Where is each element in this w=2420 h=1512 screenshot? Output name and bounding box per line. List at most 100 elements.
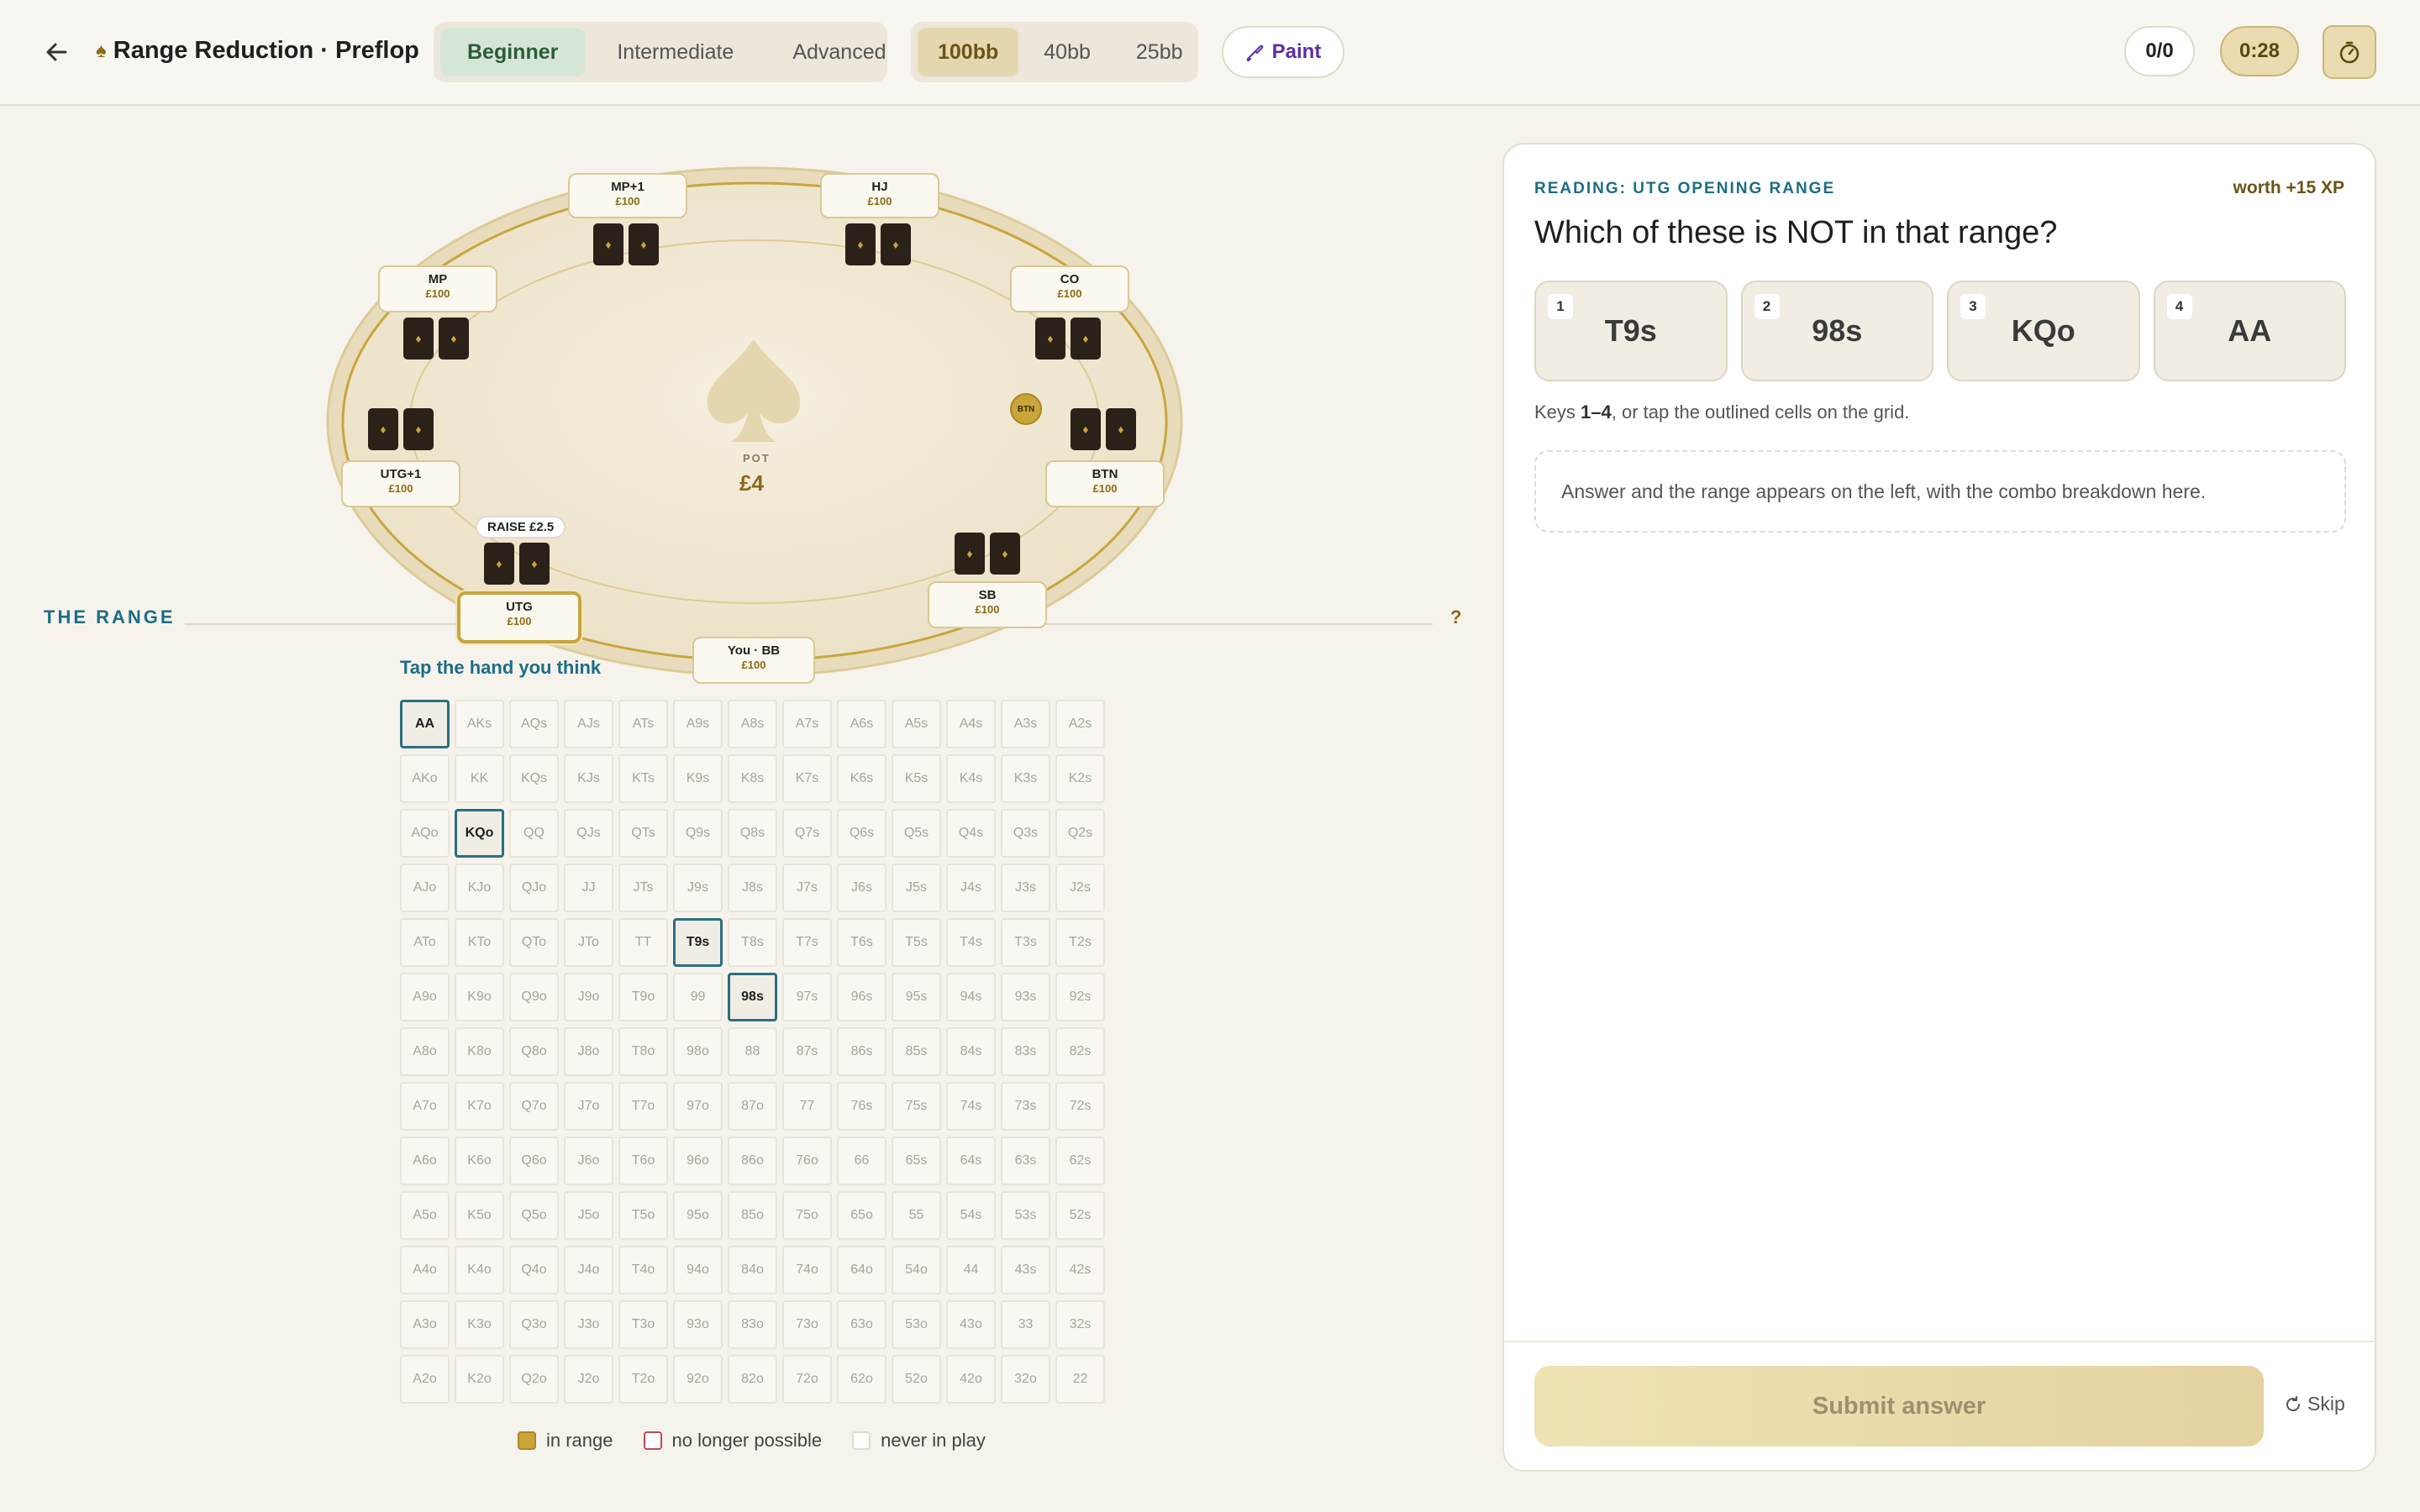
hand-cell-k8o[interactable]: K8o <box>455 1027 504 1076</box>
hand-cell-jto[interactable]: JTo <box>564 918 613 967</box>
hand-cell-86o[interactable]: 86o <box>728 1137 777 1185</box>
hand-cell-a2s[interactable]: A2s <box>1055 700 1105 748</box>
hand-cell-q5s[interactable]: Q5s <box>892 809 941 858</box>
stack-100bb[interactable]: 100bb <box>918 28 1019 76</box>
hand-cell-98s[interactable]: 98s <box>728 973 777 1021</box>
range-help-button[interactable]: ? <box>1450 606 1461 628</box>
hand-cell-aa[interactable]: AA <box>400 700 450 748</box>
hand-cell-aqs[interactable]: AQs <box>509 700 559 748</box>
hand-cell-q7s[interactable]: Q7s <box>782 809 832 858</box>
hand-cell-97o[interactable]: 97o <box>673 1082 723 1131</box>
seat-utg[interactable]: UTG £100 <box>457 591 581 643</box>
hand-cell-kto[interactable]: KTo <box>455 918 504 967</box>
hand-cell-k2o[interactable]: K2o <box>455 1355 504 1404</box>
hand-cell-62o[interactable]: 62o <box>837 1355 886 1404</box>
hand-cell-a5o[interactable]: A5o <box>400 1191 450 1240</box>
hand-cell-a4s[interactable]: A4s <box>946 700 996 748</box>
hand-cell-a3o[interactable]: A3o <box>400 1300 450 1349</box>
hand-cell-66[interactable]: 66 <box>837 1137 886 1185</box>
hand-cell-73s[interactable]: 73s <box>1001 1082 1050 1131</box>
hand-cell-94o[interactable]: 94o <box>673 1246 723 1294</box>
hand-cell-k8s[interactable]: K8s <box>728 754 777 803</box>
hand-cell-98o[interactable]: 98o <box>673 1027 723 1076</box>
paint-button[interactable]: Paint <box>1222 26 1344 78</box>
hand-cell-j2o[interactable]: J2o <box>564 1355 613 1404</box>
option-1[interactable]: 1 T9s <box>1534 281 1728 381</box>
hand-cell-k7s[interactable]: K7s <box>782 754 832 803</box>
option-3[interactable]: 3 KQo <box>1947 281 2140 381</box>
hand-cell-ajo[interactable]: AJo <box>400 864 450 912</box>
hand-cell-88[interactable]: 88 <box>728 1027 777 1076</box>
hand-cell-k9o[interactable]: K9o <box>455 973 504 1021</box>
hand-cell-54o[interactable]: 54o <box>892 1246 941 1294</box>
hand-cell-97s[interactable]: 97s <box>782 973 832 1021</box>
hand-cell-t3s[interactable]: T3s <box>1001 918 1050 967</box>
hand-cell-87s[interactable]: 87s <box>782 1027 832 1076</box>
hand-cell-64o[interactable]: 64o <box>837 1246 886 1294</box>
hand-cell-82s[interactable]: 82s <box>1055 1027 1105 1076</box>
level-intermediate[interactable]: Intermediate <box>590 28 760 76</box>
hand-cell-q6s[interactable]: Q6s <box>837 809 886 858</box>
hand-cell-a2o[interactable]: A2o <box>400 1355 450 1404</box>
hand-cell-j5o[interactable]: J5o <box>564 1191 613 1240</box>
hand-cell-jts[interactable]: JTs <box>618 864 668 912</box>
hand-cell-j8s[interactable]: J8s <box>728 864 777 912</box>
hand-cell-76s[interactable]: 76s <box>837 1082 886 1131</box>
hand-cell-j5s[interactable]: J5s <box>892 864 941 912</box>
stack-25bb[interactable]: 25bb <box>1116 28 1203 76</box>
hand-cell-33[interactable]: 33 <box>1001 1300 1050 1349</box>
hand-cell-95s[interactable]: 95s <box>892 973 941 1021</box>
hand-cell-kjs[interactable]: KJs <box>564 754 613 803</box>
hand-cell-74o[interactable]: 74o <box>782 1246 832 1294</box>
hand-cell-k4o[interactable]: K4o <box>455 1246 504 1294</box>
hand-cell-44[interactable]: 44 <box>946 1246 996 1294</box>
hand-cell-j6s[interactable]: J6s <box>837 864 886 912</box>
hand-cell-t9o[interactable]: T9o <box>618 973 668 1021</box>
hand-cell-aks[interactable]: AKs <box>455 700 504 748</box>
hand-cell-84s[interactable]: 84s <box>946 1027 996 1076</box>
hand-cell-t5s[interactable]: T5s <box>892 918 941 967</box>
hand-cell-t2o[interactable]: T2o <box>618 1355 668 1404</box>
hand-cell-q6o[interactable]: Q6o <box>509 1137 559 1185</box>
hand-cell-j4o[interactable]: J4o <box>564 1246 613 1294</box>
hand-cell-kk[interactable]: KK <box>455 754 504 803</box>
hand-cell-64s[interactable]: 64s <box>946 1137 996 1185</box>
hand-cell-j9s[interactable]: J9s <box>673 864 723 912</box>
seat-hero-bb[interactable]: You · BB £100 <box>692 637 815 684</box>
hand-cell-52o[interactable]: 52o <box>892 1355 941 1404</box>
hand-cell-j7o[interactable]: J7o <box>564 1082 613 1131</box>
hand-cell-62s[interactable]: 62s <box>1055 1137 1105 1185</box>
hand-cell-q4s[interactable]: Q4s <box>946 809 996 858</box>
hand-cell-93s[interactable]: 93s <box>1001 973 1050 1021</box>
seat-mp[interactable]: MP £100 <box>378 265 497 312</box>
hand-cell-k4s[interactable]: K4s <box>946 754 996 803</box>
hand-cell-q4o[interactable]: Q4o <box>509 1246 559 1294</box>
hand-cell-a9o[interactable]: A9o <box>400 973 450 1021</box>
hand-cell-54s[interactable]: 54s <box>946 1191 996 1240</box>
hand-cell-63s[interactable]: 63s <box>1001 1137 1050 1185</box>
hand-cell-72s[interactable]: 72s <box>1055 1082 1105 1131</box>
seat-co[interactable]: CO £100 <box>1010 265 1129 312</box>
hand-cell-83s[interactable]: 83s <box>1001 1027 1050 1076</box>
hand-cell-43s[interactable]: 43s <box>1001 1246 1050 1294</box>
hand-cell-t8s[interactable]: T8s <box>728 918 777 967</box>
hand-cell-k6o[interactable]: K6o <box>455 1137 504 1185</box>
hand-cell-t7s[interactable]: T7s <box>782 918 832 967</box>
hand-cell-q9s[interactable]: Q9s <box>673 809 723 858</box>
hand-cell-k7o[interactable]: K7o <box>455 1082 504 1131</box>
seat-mp1[interactable]: MP+1 £100 <box>568 173 687 218</box>
seat-sb[interactable]: SB £100 <box>928 581 1047 628</box>
hand-cell-j2s[interactable]: J2s <box>1055 864 1105 912</box>
hand-cell-a7o[interactable]: A7o <box>400 1082 450 1131</box>
hand-cell-j7s[interactable]: J7s <box>782 864 832 912</box>
hand-cell-84o[interactable]: 84o <box>728 1246 777 1294</box>
hand-cell-a9s[interactable]: A9s <box>673 700 723 748</box>
hand-cell-65o[interactable]: 65o <box>837 1191 886 1240</box>
hand-cell-tt[interactable]: TT <box>618 918 668 967</box>
hand-cell-92s[interactable]: 92s <box>1055 973 1105 1021</box>
hand-cell-q8o[interactable]: Q8o <box>509 1027 559 1076</box>
hand-cell-q9o[interactable]: Q9o <box>509 973 559 1021</box>
hand-cell-j8o[interactable]: J8o <box>564 1027 613 1076</box>
seat-btn[interactable]: BTN £100 <box>1045 460 1165 507</box>
hand-cell-t4o[interactable]: T4o <box>618 1246 668 1294</box>
